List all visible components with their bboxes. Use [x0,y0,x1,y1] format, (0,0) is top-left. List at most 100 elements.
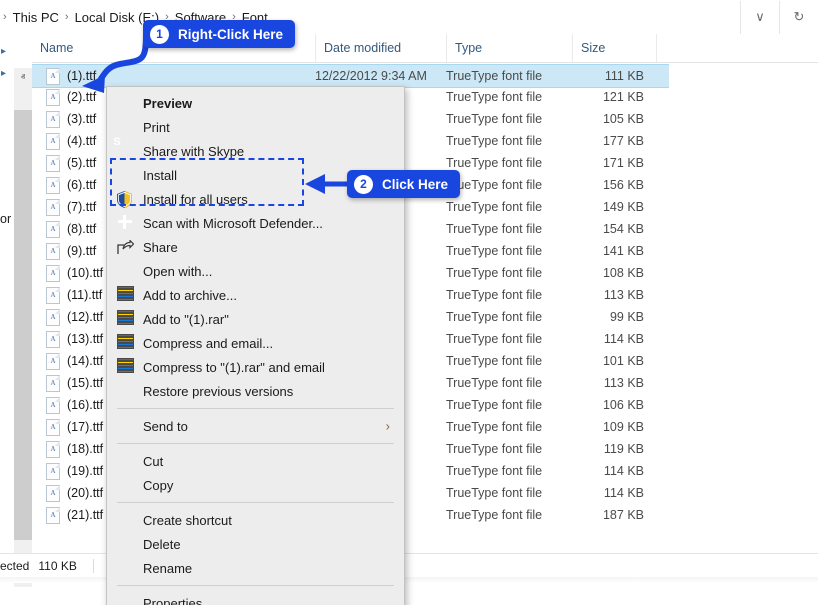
file-size-cell: 101 KB [602,354,644,368]
file-name-label: (19).ttf [67,464,104,478]
file-size-cell: 114 KB [603,332,644,346]
menu-item-preview[interactable]: Preview [107,91,404,115]
file-name-label: (8).ttf [67,222,97,236]
file-type-cell: TrueType font file [446,354,543,368]
file-name-label: (14).ttf [67,354,104,368]
font-file-icon [46,110,60,128]
scrollbar-thumb[interactable] [14,110,32,540]
callout-right-click-here: 1 Right-Click Here [143,20,296,48]
column-header-blank[interactable] [656,34,818,62]
menu-item-label: Properties [143,595,203,605]
file-name-cell[interactable]: (1).ttf [46,65,316,87]
file-size-cell: 114 KB [603,464,644,478]
file-type-cell: TrueType font file [446,156,543,170]
menu-item-compress-to-1-rar-and-email[interactable]: Compress to "(1).rar" and email [107,355,404,379]
column-header-size[interactable]: Size [572,34,656,62]
callout-number-2: 2 [354,174,373,194]
file-type-cell: TrueType font file [446,244,543,258]
column-header-type[interactable]: Type [446,34,572,62]
menu-separator [117,502,394,503]
file-type-cell: TrueType font file [446,376,543,390]
file-size-cell: 119 KB [603,442,644,456]
menu-item-scan-with-microsoft-defender[interactable]: Scan with Microsoft Defender... [107,211,404,235]
menu-separator [117,443,394,444]
file-name-label: (18).ttf [67,442,104,456]
file-name-label: (21).ttf [67,508,104,522]
menu-item-add-to-1-rar[interactable]: Add to "(1).rar" [107,307,404,331]
file-name-label: (17).ttf [67,420,104,434]
menu-separator [117,585,394,586]
callout-click-here: 2 Click Here [347,170,461,198]
nav-expand-arrow-icon[interactable]: ▸ [1,46,6,57]
menu-item-label: Print [143,119,170,135]
windows-defender-icon [117,214,135,232]
file-size-cell: 109 KB [602,420,644,434]
breadcrumb-item-this-pc[interactable]: This PC [8,10,64,25]
font-file-icon [46,176,60,194]
navigation-scrollbar[interactable]: ⱏ ⌄ [14,68,32,587]
nav-item-label-fragment: or [0,212,12,226]
refresh-button[interactable]: ↻ [780,0,818,34]
callout-text-1: Right-Click Here [178,26,284,42]
font-file-icon [46,374,60,392]
scroll-up-icon[interactable]: ⱏ [14,68,32,86]
menu-item-open-with[interactable]: Open with... [107,259,404,283]
font-file-icon [46,352,60,370]
menu-item-label: Open with... [143,263,213,279]
menu-item-rename[interactable]: Rename [107,556,404,580]
nav-expand-arrow-icon[interactable]: ▸ [1,68,6,79]
file-type-cell: TrueType font file [446,266,543,280]
menu-item-label: Copy [143,477,174,493]
menu-item-share[interactable]: Share [107,235,404,259]
address-bar[interactable]: › This PC › Local Disk (E:) › Software › Font ∨… [0,0,818,35]
menu-item-send-to[interactable]: Send to › [107,414,404,438]
share-icon [117,238,135,256]
font-file-icon [46,462,60,480]
winrar-icon [117,358,135,376]
status-divider [92,559,94,573]
menu-item-properties[interactable]: Properties [107,591,404,605]
file-size-cell: 113 KB [603,376,644,390]
menu-item-restore-previous-versions[interactable]: Restore previous versions [107,379,404,403]
file-name-label: (3).ttf [67,112,97,126]
file-size-cell: 149 KB [602,200,644,214]
menu-item-label: Preview [143,95,193,111]
menu-item-label: Add to archive... [143,287,237,303]
menu-item-label: Rename [143,560,193,576]
file-type-cell: TrueType font file [446,464,543,478]
table-row[interactable]: (1).ttf 12/22/2012 9:34 AM TrueType font f… [32,64,669,88]
menu-item-label: Scan with Microsoft Defender... [143,215,323,231]
file-size-cell: 113 KB [603,288,644,302]
menu-item-label: Cut [143,453,164,469]
font-file-icon [46,396,60,414]
menu-item-cut[interactable]: Cut [107,449,404,473]
menu-item-copy[interactable]: Copy [107,473,404,497]
file-type-cell: TrueType font file [446,508,543,522]
winrar-icon [117,286,135,304]
font-file-icon [46,330,60,348]
font-file-icon [46,264,60,282]
menu-item-label: Restore previous versions [143,383,294,399]
file-type-cell: TrueType font file [446,486,543,500]
file-name-label: (2).ttf [67,90,97,104]
file-name-label: (1).ttf [67,69,97,83]
font-file-icon [46,242,60,260]
menu-item-label: Compress and email... [143,335,274,351]
callout-text-2: Click Here [382,176,449,192]
menu-item-add-to-archive[interactable]: Add to archive... [107,283,404,307]
font-file-icon [46,154,60,172]
menu-item-create-shortcut[interactable]: Create shortcut [107,508,404,532]
menu-item-print[interactable]: Print [107,115,404,139]
file-name-label: (13).ttf [67,332,104,346]
font-file-icon [46,220,60,238]
file-size-cell: 141 KB [602,244,644,258]
file-size-cell: 171 KB [602,156,644,170]
menu-item-compress-and-email[interactable]: Compress and email... [107,331,404,355]
column-header-date[interactable]: Date modified [315,34,446,62]
winrar-icon [117,334,135,352]
address-history-dropdown-button[interactable]: ∨ [740,0,780,34]
address-bar-buttons: ∨ ↻ [740,0,818,34]
file-explorer-window: › This PC › Local Disk (E:) › Software › Font ∨… [0,0,818,605]
menu-item-delete[interactable]: Delete [107,532,404,556]
chevron-down-icon: ∨ [755,9,765,24]
